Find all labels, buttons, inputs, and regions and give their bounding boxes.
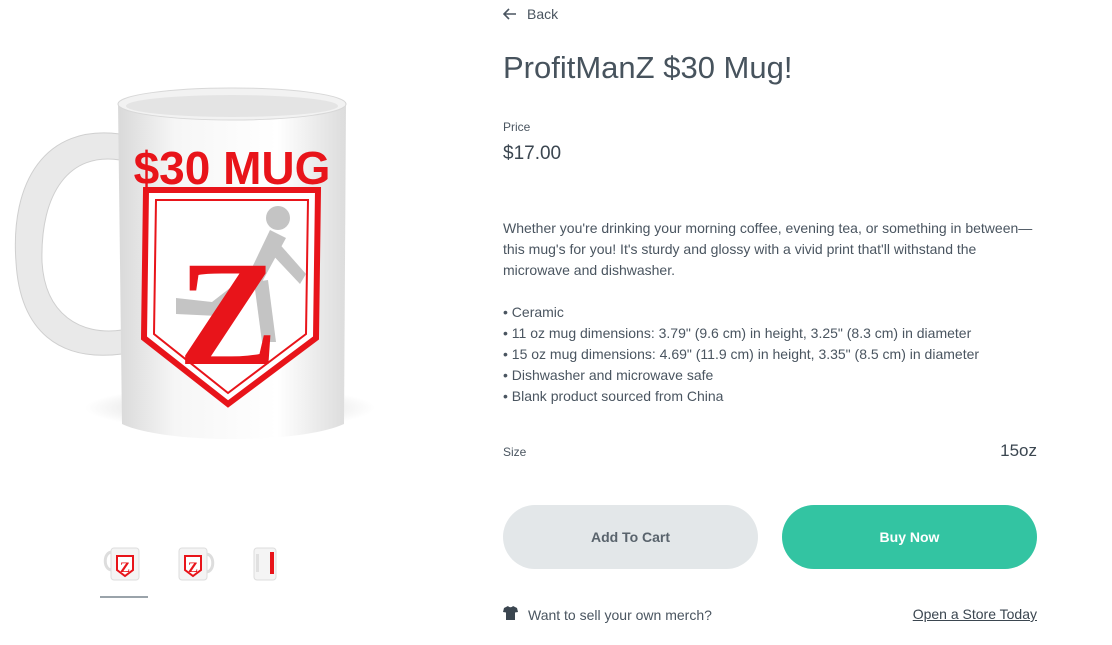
mug-main-image: $30 MUG Z: [14, 87, 375, 439]
feature-item: • 15 oz mug dimensions: 4.69" (11.9 cm) …: [503, 346, 980, 362]
add-to-cart-button[interactable]: Add To Cart: [503, 505, 758, 569]
svg-text:Z: Z: [178, 231, 278, 397]
svg-text:Z: Z: [120, 560, 130, 576]
back-label: Back: [527, 6, 559, 22]
product-feature-list: • Ceramic • 11 oz mug dimensions: 3.79" …: [503, 302, 979, 407]
back-link[interactable]: Back: [503, 6, 558, 22]
product-gallery: $30 MUG Z Z Z: [0, 0, 470, 645]
thumbnail-strip: Z Z: [100, 540, 288, 598]
price-label: Price: [503, 120, 531, 134]
sell-merch-text: Want to sell your own merch?: [528, 606, 712, 623]
thumbnail-mug-front[interactable]: Z: [100, 540, 148, 598]
feature-item: • Blank product sourced from China: [503, 388, 724, 404]
buy-now-button[interactable]: Buy Now: [782, 505, 1037, 569]
size-label: Size: [503, 445, 527, 459]
svg-text:$30 MUG: $30 MUG: [134, 142, 331, 194]
sell-merch-prompt: Want to sell your own merch?: [503, 606, 712, 623]
description-text: Whether you're drinking your morning cof…: [503, 220, 1033, 278]
size-value[interactable]: 15oz: [1000, 441, 1037, 461]
open-store-link[interactable]: Open a Store Today: [913, 606, 1037, 622]
thumbnail-mug-left[interactable]: Z: [170, 540, 218, 598]
price-value: $17.00: [503, 143, 562, 164]
thumbnail-mug-side[interactable]: [240, 540, 288, 598]
tshirt-icon: [503, 606, 518, 623]
feature-item: • Ceramic: [503, 304, 564, 320]
svg-text:Z: Z: [188, 560, 198, 576]
product-title: ProfitManZ $30 Mug!: [503, 50, 793, 85]
feature-item: • 11 oz mug dimensions: 3.79" (9.6 cm) i…: [503, 325, 972, 341]
arrow-left-icon: [503, 8, 517, 20]
product-description: Whether you're drinking your morning cof…: [503, 218, 1038, 281]
feature-item: • Dishwasher and microwave safe: [503, 367, 714, 383]
